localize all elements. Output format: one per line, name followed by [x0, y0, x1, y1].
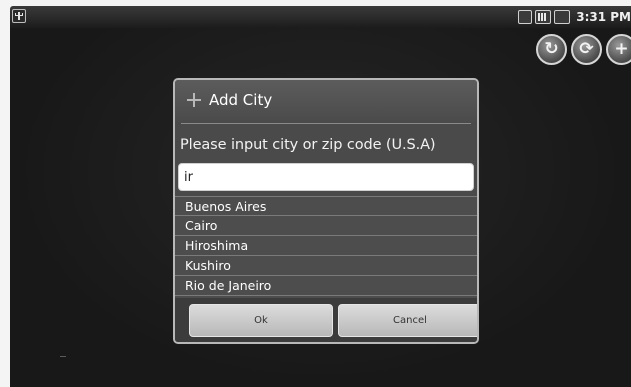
usb-icon	[12, 9, 26, 23]
suggestion-item[interactable]: Buenos Aires	[175, 196, 477, 216]
add-icon: +	[614, 39, 629, 59]
header-divider	[181, 123, 471, 124]
status-bar: 3:31 PM	[10, 6, 631, 28]
dialog-header: Add City	[175, 80, 477, 124]
refresh-icon: ↻	[544, 39, 559, 59]
battery-icon	[554, 10, 571, 24]
dialog-title-row: Add City	[187, 91, 272, 109]
dialog-title: Add City	[209, 91, 273, 109]
dialog-button-bar: Ok Cancel	[175, 298, 477, 342]
refresh-button[interactable]: ↻	[536, 34, 567, 65]
app-area: ↻ ⟳ + Add City Please input city or zip …	[10, 28, 631, 387]
suggestion-item[interactable]: Cairo	[175, 216, 477, 236]
suggestion-item[interactable]: Rio de Janeiro	[175, 276, 477, 296]
add-city-dialog: Add City Please input city or zip code (…	[173, 78, 479, 344]
sync-icon: ⟳	[579, 39, 594, 59]
signal-icon	[535, 10, 552, 24]
suggestion-list: Buenos Aires Cairo Hiroshima Kushiro Rio…	[175, 196, 477, 298]
suggestion-item[interactable]: Hiroshima	[175, 236, 477, 256]
cancel-button[interactable]: Cancel	[338, 304, 477, 337]
status-icons: 3:31 PM	[518, 8, 631, 26]
divider-mark	[60, 356, 66, 357]
device-screen: 3:31 PM ↻ ⟳ + Add City Please input city…	[0, 0, 631, 387]
status-time: 3:31 PM	[576, 10, 631, 24]
toolbar: ↻ ⟳ +	[536, 34, 631, 65]
dialog-message: Please input city or zip code (U.S.A)	[180, 137, 436, 153]
ok-button[interactable]: Ok	[189, 304, 333, 337]
sd-card-icon	[518, 10, 533, 24]
suggestion-item[interactable]: Kushiro	[175, 256, 477, 276]
add-city-button[interactable]: +	[606, 34, 631, 65]
plus-icon	[187, 93, 201, 107]
sync-button[interactable]: ⟳	[571, 34, 602, 65]
city-input[interactable]	[178, 163, 474, 191]
